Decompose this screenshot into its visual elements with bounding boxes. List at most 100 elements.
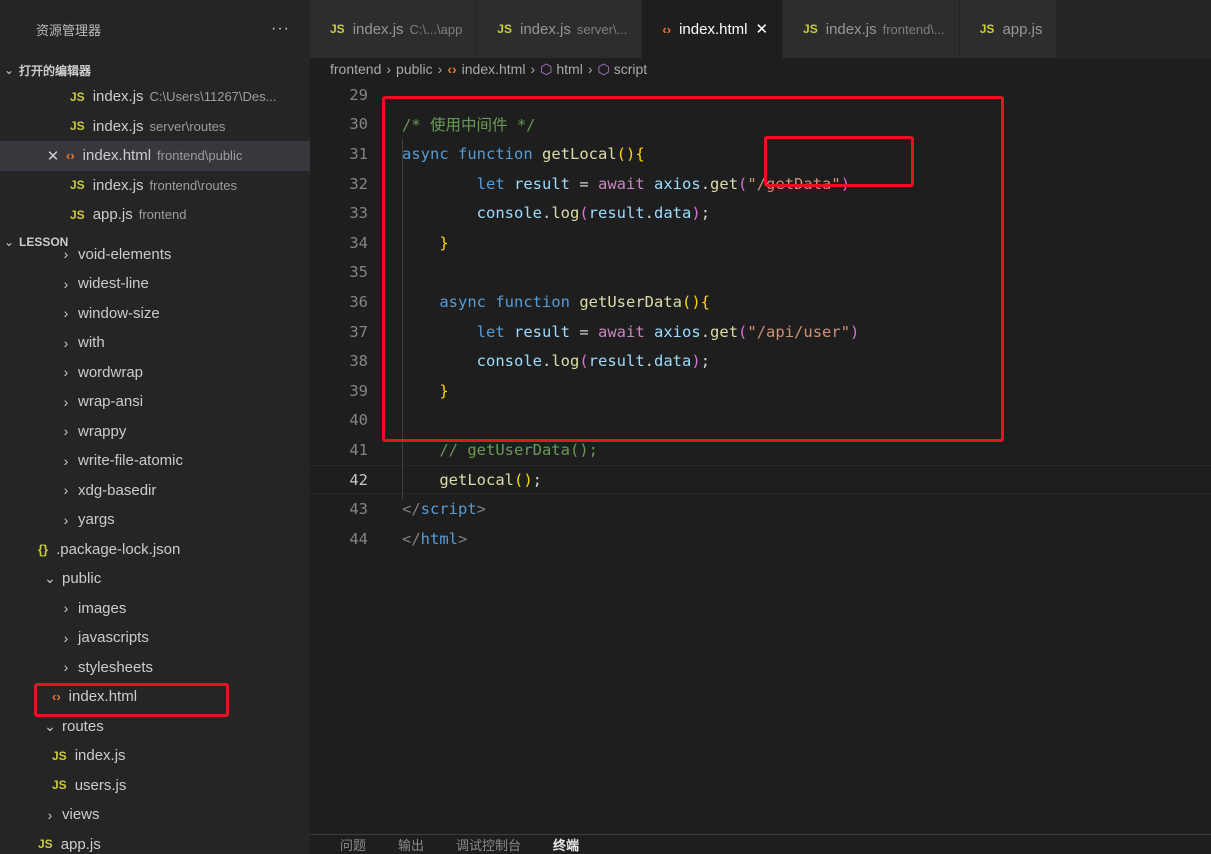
open-editor-item[interactable]: JS index.js frontend\routes xyxy=(0,171,310,201)
breadcrumb-item[interactable]: html xyxy=(556,61,582,77)
line-number: 37 xyxy=(349,322,368,341)
editor-tab[interactable]: JS index.js frontend\... xyxy=(783,0,960,58)
more-actions-icon[interactable]: ··· xyxy=(271,20,290,38)
code-token: > xyxy=(458,529,468,548)
html-file-icon: ‹› xyxy=(662,21,672,37)
file-name: index.js xyxy=(92,176,144,194)
panel-tab[interactable]: 输出 xyxy=(398,835,424,854)
chevron-right-icon: › xyxy=(47,806,53,823)
close-icon[interactable]: ✕ xyxy=(44,147,62,165)
file-item[interactable]: {} .package-lock.json xyxy=(0,535,310,565)
tree-item-label: with xyxy=(78,334,105,352)
editor-tab[interactable]: JS index.js server\... xyxy=(477,0,643,58)
editor-tab[interactable]: JS app.js xyxy=(959,0,1058,58)
folder-item[interactable]: › void-elements xyxy=(0,240,310,270)
js-file-icon: JS xyxy=(38,837,53,852)
code-token: > xyxy=(476,500,487,519)
bottom-panel-tabs: 问题 输出 调试控制台 终端 xyxy=(310,834,1211,854)
file-item[interactable]: JS index.js xyxy=(0,741,310,771)
folder-item[interactable]: › write-file-atomic xyxy=(0,446,310,476)
tab-description: server\... xyxy=(576,21,628,37)
breadcrumb: frontend › public › ‹› index.html › ⬡ html › ⬡ scri… xyxy=(310,58,1211,80)
tab-description: frontend\... xyxy=(882,21,945,37)
close-icon[interactable]: ✕ xyxy=(755,20,768,38)
editor-tab[interactable]: JS index.js C:\...\app xyxy=(310,0,478,58)
line-number: 29 xyxy=(349,85,368,104)
folder-item[interactable]: › xdg-basedir xyxy=(0,476,310,506)
folder-item[interactable]: › wrappy xyxy=(0,417,310,447)
tree-item-label: .package-lock.json xyxy=(56,540,181,558)
folder-item[interactable]: › with xyxy=(0,328,310,358)
panel-tab[interactable]: 问题 xyxy=(340,835,366,854)
line-number: 44 xyxy=(349,529,368,548)
line-number: 39 xyxy=(349,381,368,400)
code-token: </ xyxy=(402,500,421,519)
line-number: 42 xyxy=(349,470,368,489)
tab-label: app.js xyxy=(1002,20,1043,38)
line-number: 41 xyxy=(349,440,368,459)
js-file-icon: JS xyxy=(52,778,67,793)
tree-item-label: xdg-basedir xyxy=(78,481,157,499)
code-token: // getUserData(); xyxy=(439,440,598,459)
open-editor-item[interactable]: ✕ ‹› index.html frontend\public xyxy=(0,141,310,171)
code-text: getLocal(); xyxy=(402,471,542,489)
line-number: 31 xyxy=(349,144,368,163)
tree-item-label: index.js xyxy=(74,747,126,765)
file-item[interactable]: JS users.js xyxy=(0,771,310,801)
open-editor-item[interactable]: JS index.js C:\Users\11267\Des... xyxy=(0,82,310,112)
tree-item-label: public xyxy=(62,570,102,588)
tree-item-label: views xyxy=(62,806,100,824)
tree-item-label: wrappy xyxy=(78,422,127,440)
file-name: index.html xyxy=(82,147,152,165)
line-number: 43 xyxy=(349,500,368,519)
open-editors-section[interactable]: ⌄ 打开的编辑器 xyxy=(0,58,310,82)
code-line: 44 </html> xyxy=(310,524,1211,554)
line-number: 36 xyxy=(349,292,368,311)
tree-item-label: stylesheets xyxy=(78,658,154,676)
breadcrumb-item[interactable]: public xyxy=(396,61,433,77)
line-number: 34 xyxy=(349,233,368,252)
folder-item[interactable]: ⌄ public xyxy=(0,564,310,594)
folder-item[interactable]: › yargs xyxy=(0,505,310,535)
breadcrumb-item[interactable]: index.html xyxy=(462,61,526,77)
folder-item[interactable]: › views xyxy=(0,800,310,830)
folder-item[interactable]: › widest-line xyxy=(0,269,310,299)
breadcrumb-separator-icon: › xyxy=(587,61,593,77)
folder-item[interactable]: › wordwrap xyxy=(0,358,310,388)
folder-item[interactable]: › images xyxy=(0,594,310,624)
folder-item[interactable]: › wrap-ansi xyxy=(0,387,310,417)
code-text: </script> xyxy=(402,500,486,518)
chevron-right-icon: › xyxy=(63,305,69,322)
file-item[interactable]: JS app.js xyxy=(0,830,310,854)
file-path: frontend xyxy=(138,207,187,223)
file-name: index.js xyxy=(92,117,144,135)
breadcrumb-item[interactable]: script xyxy=(614,61,647,77)
panel-tab[interactable]: 调试控制台 xyxy=(456,835,521,854)
file-path: frontend\routes xyxy=(149,177,237,193)
folder-item[interactable]: › window-size xyxy=(0,299,310,329)
tab-label: index.js xyxy=(352,20,404,38)
file-name: app.js xyxy=(92,206,133,224)
chevron-right-icon: › xyxy=(63,629,69,646)
editor-tab[interactable]: ‹› index.html ✕ xyxy=(642,0,784,58)
open-editor-item[interactable]: JS index.js server\routes xyxy=(0,112,310,142)
tree-item-label: widest-line xyxy=(78,275,149,293)
tree-item-label: routes xyxy=(62,717,104,735)
breadcrumb-item[interactable]: frontend xyxy=(330,61,381,77)
open-editor-item[interactable]: JS app.js frontend xyxy=(0,200,310,230)
code-token: ; xyxy=(532,470,542,489)
file-path: server\routes xyxy=(149,118,226,134)
symbol-icon: ⬡ xyxy=(540,60,553,77)
chevron-right-icon: › xyxy=(63,600,69,617)
tree-item-label: app.js xyxy=(60,835,101,853)
chevron-right-icon: › xyxy=(63,659,69,676)
folder-item[interactable]: › stylesheets xyxy=(0,653,310,683)
panel-tab[interactable]: 终端 xyxy=(553,835,579,854)
code-token: script xyxy=(420,500,477,519)
open-editors-label: 打开的编辑器 xyxy=(19,63,92,78)
chevron-right-icon: › xyxy=(63,246,69,263)
chevron-down-icon: ⌄ xyxy=(3,63,15,77)
code-line: 42 getLocal(); xyxy=(310,464,1211,495)
folder-item[interactable]: › javascripts xyxy=(0,623,310,653)
